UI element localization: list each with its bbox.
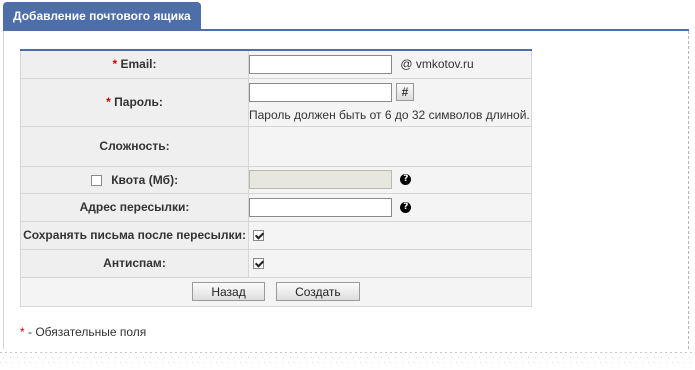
keep-after-forward-label-cell: Сохранять письма после пересылки: (20, 220, 249, 250)
forward-row: Адрес пересылки: ? (20, 192, 532, 222)
password-label: Пароль: (114, 95, 163, 109)
antispam-label-cell: Антиспам: (20, 248, 249, 278)
torn-edge (0, 352, 695, 370)
quota-row: Квота (Мб): ? (20, 165, 532, 194)
create-button[interactable]: Создать (276, 282, 360, 301)
complexity-row: Сложность: (20, 125, 532, 167)
email-domain: @ vmkotov.ru (400, 57, 474, 72)
generate-password-button[interactable]: # (396, 83, 414, 101)
quota-checkbox[interactable] (90, 174, 102, 186)
password-label-cell: * Пароль: (20, 77, 249, 127)
question-circle-icon[interactable]: ? (400, 174, 412, 185)
email-label: Email: (120, 57, 157, 72)
quota-label: Квота (Мб): (111, 172, 179, 187)
antispam-value-cell (248, 248, 532, 278)
complexity-label-cell: Сложность: (20, 125, 249, 167)
email-label-cell: * Email: (20, 49, 249, 79)
complexity-value-cell (248, 125, 532, 167)
password-input[interactable] (249, 82, 392, 102)
keep-after-forward-value-cell (248, 220, 532, 250)
password-hint: Пароль должен быть от 6 до 32 символов д… (249, 107, 530, 122)
email-value-cell: @ vmkotov.ru (248, 49, 532, 79)
antispam-checkbox[interactable] (253, 258, 264, 270)
keep-after-forward-row: Сохранять письма после пересылки: (20, 220, 532, 250)
quota-input[interactable] (249, 170, 392, 189)
required-mark: * (106, 95, 111, 109)
required-fields-note: * - Обязательные поля (20, 325, 146, 339)
back-button[interactable]: Назад (192, 282, 265, 301)
password-value-cell: # Пароль должен быть от 6 до 32 символов… (248, 77, 532, 127)
buttons-row: Назад Создать (20, 276, 532, 307)
email-input[interactable] (249, 54, 392, 74)
antispam-label: Антиспам: (103, 256, 166, 270)
mailbox-panel: Добавление почтового ящика * Email: @ vm… (3, 2, 689, 349)
forward-address-input[interactable] (249, 197, 392, 217)
add-mailbox-form: * Email: @ vmkotov.ru * Пароль: # Пароль… (20, 49, 532, 307)
question-circle-icon[interactable]: ? (400, 201, 412, 213)
forward-value-cell: ? (248, 192, 532, 222)
required-mark: * (112, 57, 118, 72)
quota-value-cell: ? (248, 165, 532, 194)
tab-add-mailbox[interactable]: Добавление почтового ящика (3, 2, 201, 30)
password-row: * Пароль: # Пароль должен быть от 6 до 3… (20, 77, 532, 127)
email-row: * Email: @ vmkotov.ru (20, 49, 532, 79)
keep-after-forward-checkbox[interactable] (253, 230, 264, 242)
keep-after-forward-label: Сохранять письма после пересылки: (23, 228, 246, 242)
required-fields-text: - Обязательные поля (24, 325, 147, 339)
forward-label: Адрес пересылки: (79, 200, 190, 214)
complexity-label: Сложность: (99, 139, 170, 153)
forward-label-cell: Адрес пересылки: (20, 192, 249, 222)
antispam-row: Антиспам: (20, 248, 532, 278)
buttons-cell: Назад Создать (20, 276, 532, 307)
quota-label-cell: Квота (Мб): (20, 165, 249, 194)
